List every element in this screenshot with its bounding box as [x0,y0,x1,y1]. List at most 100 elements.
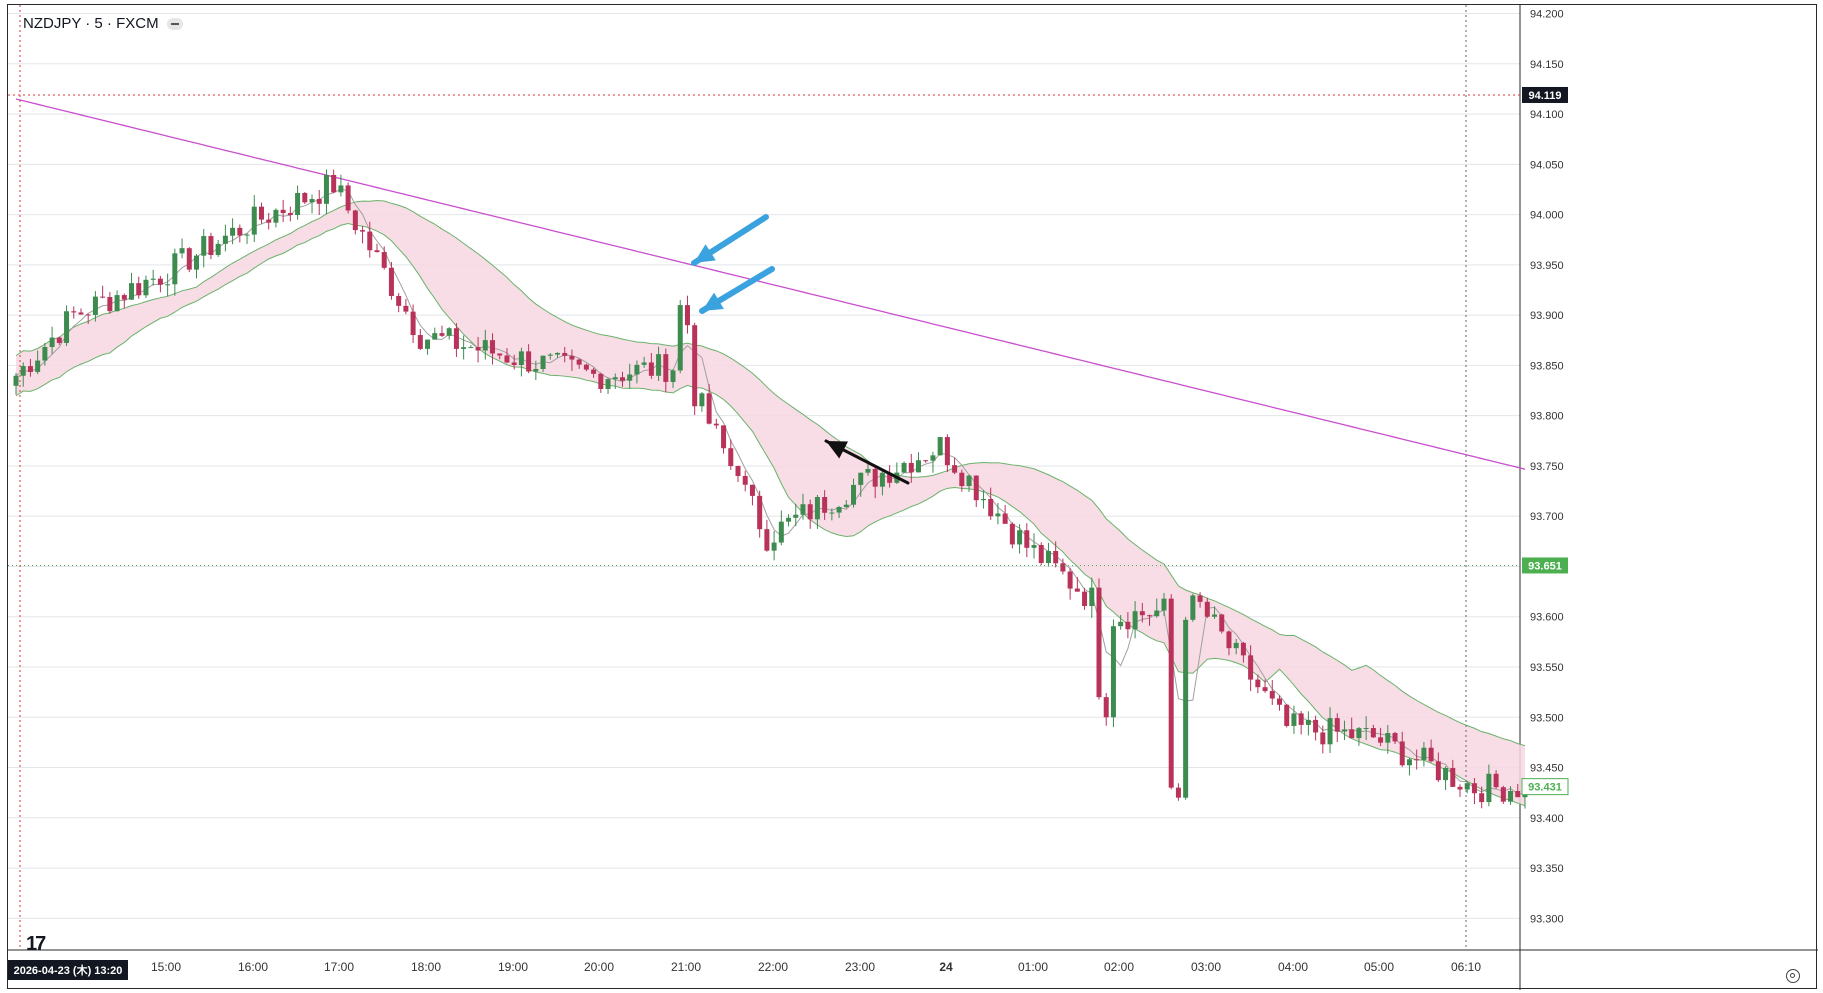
candle-up [533,368,539,372]
cursor-price-badge-label: 94.119 [1528,90,1561,102]
candle-down [1067,571,1073,589]
candle-down [352,210,358,231]
candle-down [735,466,741,476]
candle-up [64,311,70,343]
candle-down [1269,691,1275,699]
candle-up [829,512,835,514]
candle-down [237,227,243,236]
candle-up [786,517,792,522]
candle-down [1392,733,1398,742]
candle-down [417,335,423,349]
candle-up [612,377,618,380]
candle-down [1226,631,1232,649]
candle-up [323,174,329,204]
chart-settings-icon[interactable] [1786,969,1800,983]
candle-up [1464,783,1470,790]
candle-down [396,295,402,306]
y-tick-label: 94.050 [1530,159,1564,171]
y-tick-label: 94.200 [1530,9,1564,21]
y-tick-label: 93.350 [1530,863,1564,875]
candle-up [980,499,986,501]
candle-up [1508,790,1514,802]
x-tick-label: 24 [939,960,953,974]
candle-down [1435,761,1441,781]
tradingview-logo-icon: 17 [26,933,46,955]
candle-down [490,340,496,354]
x-tick-label: 04:00 [1278,960,1308,974]
y-tick-label: 93.950 [1530,260,1564,272]
x-tick-label: 02:00 [1104,960,1134,974]
candle-down [944,437,950,466]
candle-up [1356,728,1362,739]
candle-up [273,209,279,223]
candle-down [1219,614,1225,632]
candle-up [1132,611,1138,630]
candle-down [266,219,272,223]
x-tick-label: 05:00 [1364,960,1394,974]
candle-up [995,513,1001,517]
candle-up [1161,598,1167,611]
candle-up [482,340,488,351]
candle-down [988,499,994,517]
candle-down [583,364,589,370]
candle-down [360,230,366,232]
candle-up [518,351,524,365]
candle-down [1024,530,1030,548]
candle-down [388,267,394,296]
candle-down [1378,737,1384,743]
candle-down [1053,550,1059,564]
candle-down [381,252,387,268]
y-tick-label: 94.000 [1530,210,1564,222]
price-chart[interactable]: 94.200 94.150 94.100 94.050 94.000 93.950 93.9… [8,5,1818,990]
x-tick-label: 15:00 [151,960,181,974]
candle-down [136,283,142,296]
symbol-title-bar: NZDJPY · 5 · FXCM [23,15,183,32]
candle-down [569,355,575,360]
y-tick-label: 93.800 [1530,411,1564,423]
candle-up [42,347,48,361]
chart-frame[interactable]: 94.200 94.150 94.100 94.050 94.000 93.950 93.9… [7,4,1818,990]
candle-down [713,423,719,426]
candle-up [150,278,156,280]
candle-down [822,497,828,513]
candle-down [1139,611,1145,616]
current-price-badge-label: 93.431 [1528,782,1562,794]
candle-down [121,295,127,300]
x-tick-label: 23:00 [845,960,875,974]
candle-up [446,328,452,336]
candle-down [1370,728,1376,738]
collapse-legend-button[interactable] [166,17,183,30]
candle-down [258,206,264,220]
candle-up [172,253,178,285]
candle-down [749,484,755,496]
candle-down [1096,587,1102,698]
candle-down [598,373,604,389]
candle-up [605,379,611,389]
candle-down [1471,783,1477,794]
candle-down [764,529,770,551]
candle-down [1450,767,1456,787]
candle-down [186,248,192,270]
candle-up [1291,713,1297,726]
candle-down [576,359,582,365]
candle-down [1500,787,1506,802]
candle-up [194,255,199,270]
candle-down [1349,729,1355,739]
candle-up [1183,619,1189,798]
candle-up [1327,718,1333,745]
candle-down [453,328,459,349]
candle-down [692,325,698,407]
candle-down [1168,598,1174,788]
candle-down [157,278,163,285]
candle-down [78,312,84,315]
candle-up [1190,595,1196,620]
x-tick-label: 20:00 [584,960,614,974]
candle-down [403,305,409,312]
candle-up [92,296,98,315]
candle-up [937,437,943,456]
y-tick-label: 94.150 [1530,59,1564,71]
y-tick-label: 94.100 [1530,109,1564,121]
y-tick-label: 93.400 [1530,813,1564,825]
candle-down [439,333,445,336]
candle-down [316,199,322,204]
